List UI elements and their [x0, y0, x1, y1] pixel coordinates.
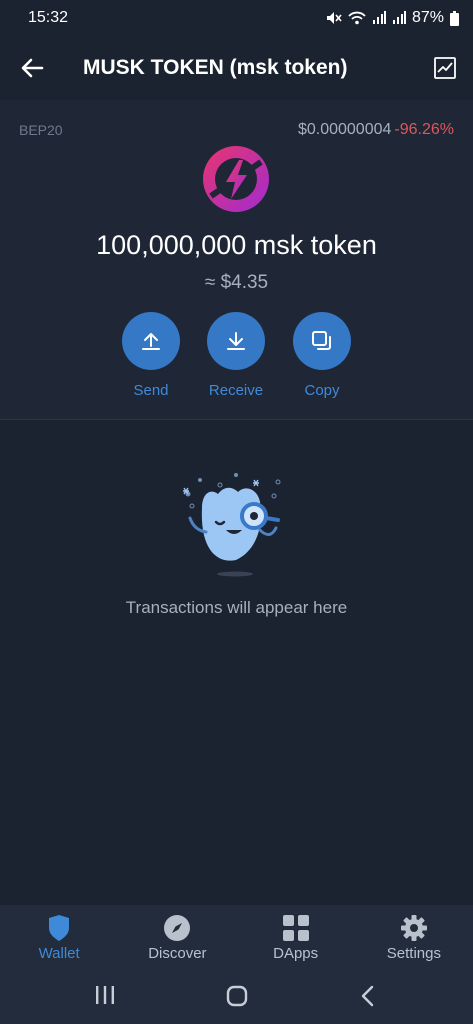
copy-label: Copy — [304, 382, 340, 399]
empty-transactions-message: Transactions will appear here — [125, 598, 348, 617]
wifi-icon — [348, 11, 366, 25]
compass-icon — [164, 915, 191, 941]
signal-icon-2 — [392, 11, 406, 24]
mute-icon — [326, 12, 342, 24]
network-label: BEP20 — [19, 122, 63, 138]
nav-discover[interactable]: Discover — [118, 905, 236, 969]
system-navigation-bar — [0, 969, 473, 1024]
download-icon — [227, 332, 245, 350]
status-bar: 15:32 87% — [0, 0, 473, 36]
send-button[interactable]: Send — [106, 312, 196, 399]
fiat-balance: ≈ $4.35 — [204, 272, 269, 293]
nav-dapps[interactable]: DApps — [237, 905, 355, 969]
price-row: $0.00000004 -96.26% — [298, 121, 454, 139]
gear-icon — [400, 915, 427, 941]
recent-apps-button[interactable] — [94, 985, 116, 1010]
nav-discover-label: Discover — [148, 945, 207, 962]
nav-wallet[interactable]: Wallet — [0, 905, 118, 969]
system-back-button[interactable] — [360, 985, 376, 1012]
token-price: $0.00000004 — [297, 121, 392, 138]
nav-settings[interactable]: Settings — [355, 905, 473, 969]
status-icons: 87% — [326, 9, 459, 27]
bottom-navigation: Wallet Discover DApps Settings — [0, 905, 473, 969]
token-summary-panel: BEP20 $0.00000004 -96.26% 100,000,000 msk… — [0, 100, 473, 420]
price-chart-icon — [434, 57, 456, 79]
nav-settings-label: Settings — [386, 945, 441, 962]
token-balance: 100,000,000 msk token — [96, 230, 377, 260]
signal-icon — [372, 11, 386, 24]
battery-icon — [450, 10, 459, 26]
nav-dapps-label: DApps — [273, 945, 319, 962]
battery-percent: 87% — [411, 9, 444, 26]
lightning-logo-icon — [201, 144, 271, 214]
home-button[interactable] — [226, 985, 248, 1012]
grid-icon — [282, 915, 309, 941]
recent-apps-icon — [96, 986, 114, 1004]
price-chart-button[interactable] — [433, 56, 457, 80]
copy-button[interactable]: Copy — [277, 312, 367, 399]
upload-icon — [142, 333, 160, 350]
shield-icon — [49, 915, 70, 941]
arrow-left-icon — [21, 58, 44, 78]
status-time: 15:32 — [28, 9, 69, 26]
send-label: Send — [133, 382, 169, 399]
price-change: -96.26% — [394, 121, 454, 138]
chevron-left-icon — [361, 985, 374, 1007]
back-button[interactable] — [18, 54, 46, 82]
page-title: MUSK TOKEN (msk token) — [83, 56, 348, 79]
app-header: MUSK TOKEN (msk token) — [0, 36, 473, 100]
mascot-magnifier-icon — [180, 470, 292, 580]
home-icon — [226, 985, 248, 1007]
receive-label: Receive — [208, 382, 264, 399]
nav-wallet-label: Wallet — [38, 945, 80, 962]
receive-button[interactable]: Receive — [191, 312, 281, 399]
copy-icon — [312, 331, 331, 350]
